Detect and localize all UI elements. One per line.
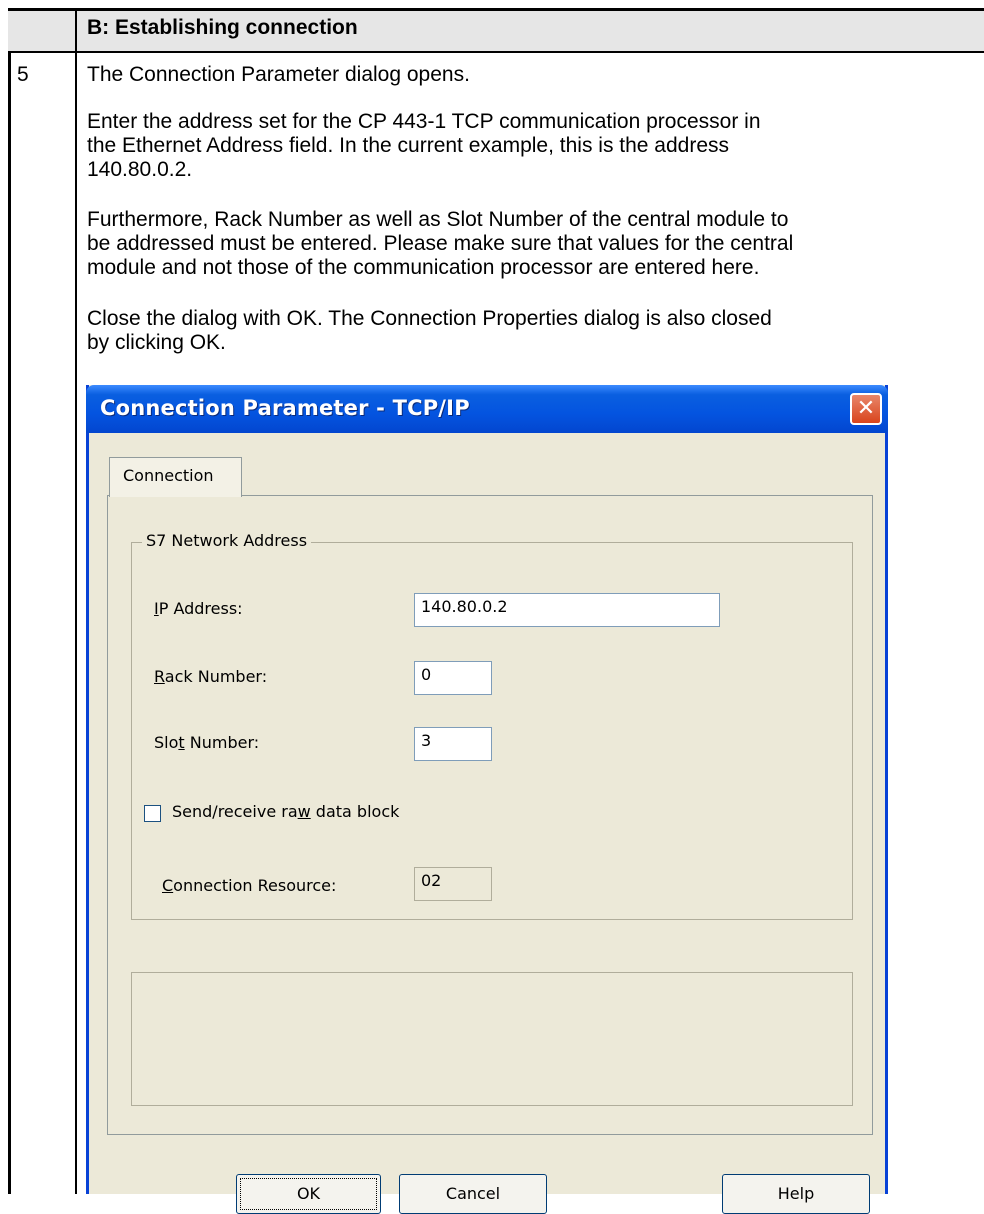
ip-address-label-text: P Address: [158,599,243,618]
slot-number-label-pre: Slo [154,733,179,752]
table-header-title: B: Establishing connection [87,16,358,39]
ok-button[interactable]: OK [236,1174,381,1214]
close-icon[interactable]: ✕ [850,393,882,425]
help-button[interactable]: Help [722,1174,870,1214]
connection-resource-label: Connection Resource: [162,876,336,895]
slot-number-input[interactable]: 3 [414,727,492,761]
ip-address-label: IP Address: [154,599,243,618]
paragraph-3: Furthermore, Rack Number as well as Slot… [87,208,794,279]
group-label: S7 Network Address [142,531,312,550]
table-column-divider-header [75,11,77,51]
paragraph-1: The Connection Parameter dialog opens. [87,63,470,86]
connection-parameter-dialog: Connection Parameter - TCP/IP ✕ Connecti… [86,385,888,1214]
paragraph-2: Enter the address set for the CP 443-1 T… [87,110,761,181]
ip-address-input[interactable]: 140.80.0.2 [414,593,720,627]
dialog-titlebar[interactable]: Connection Parameter - TCP/IP ✕ [86,385,888,433]
slot-number-label: Slot Number: [154,733,259,752]
rack-number-label: Rack Number: [154,667,267,686]
tab-connection-label: Connection [123,466,214,485]
raw-data-block-label[interactable]: Send/receive raw data block [172,802,399,821]
connection-resource-field: 02 [414,867,492,901]
connection-resource-label-text: onnection Resource: [173,876,337,895]
status-area [131,972,853,1106]
paragraph-4: Close the dialog with OK. The Connection… [87,307,772,354]
rack-number-input[interactable]: 0 [414,661,492,695]
rack-number-label-accel: R [154,667,165,686]
dialog-title: Connection Parameter - TCP/IP [100,396,470,420]
tab-panel-connection: S7 Network Address IP Address: 140.80.0.… [107,495,873,1135]
table-border-left [8,8,11,1194]
raw-data-block-checkbox[interactable] [144,805,161,822]
connection-resource-label-accel: C [162,876,174,895]
raw-data-block-label-accel: w [297,802,311,821]
s7-network-address-group: S7 Network Address IP Address: 140.80.0.… [131,531,853,920]
rack-number-label-text: ack Number: [164,667,268,686]
tab-connection[interactable]: Connection [109,457,242,497]
slot-number-label-text: Number: [184,733,260,752]
table-header-divider [8,51,984,53]
table-column-divider [75,8,77,1194]
raw-data-block-label-text: data block [310,802,400,821]
raw-data-block-label-pre: Send/receive ra [172,802,298,821]
cancel-button[interactable]: Cancel [399,1174,547,1214]
step-number: 5 [17,63,29,86]
